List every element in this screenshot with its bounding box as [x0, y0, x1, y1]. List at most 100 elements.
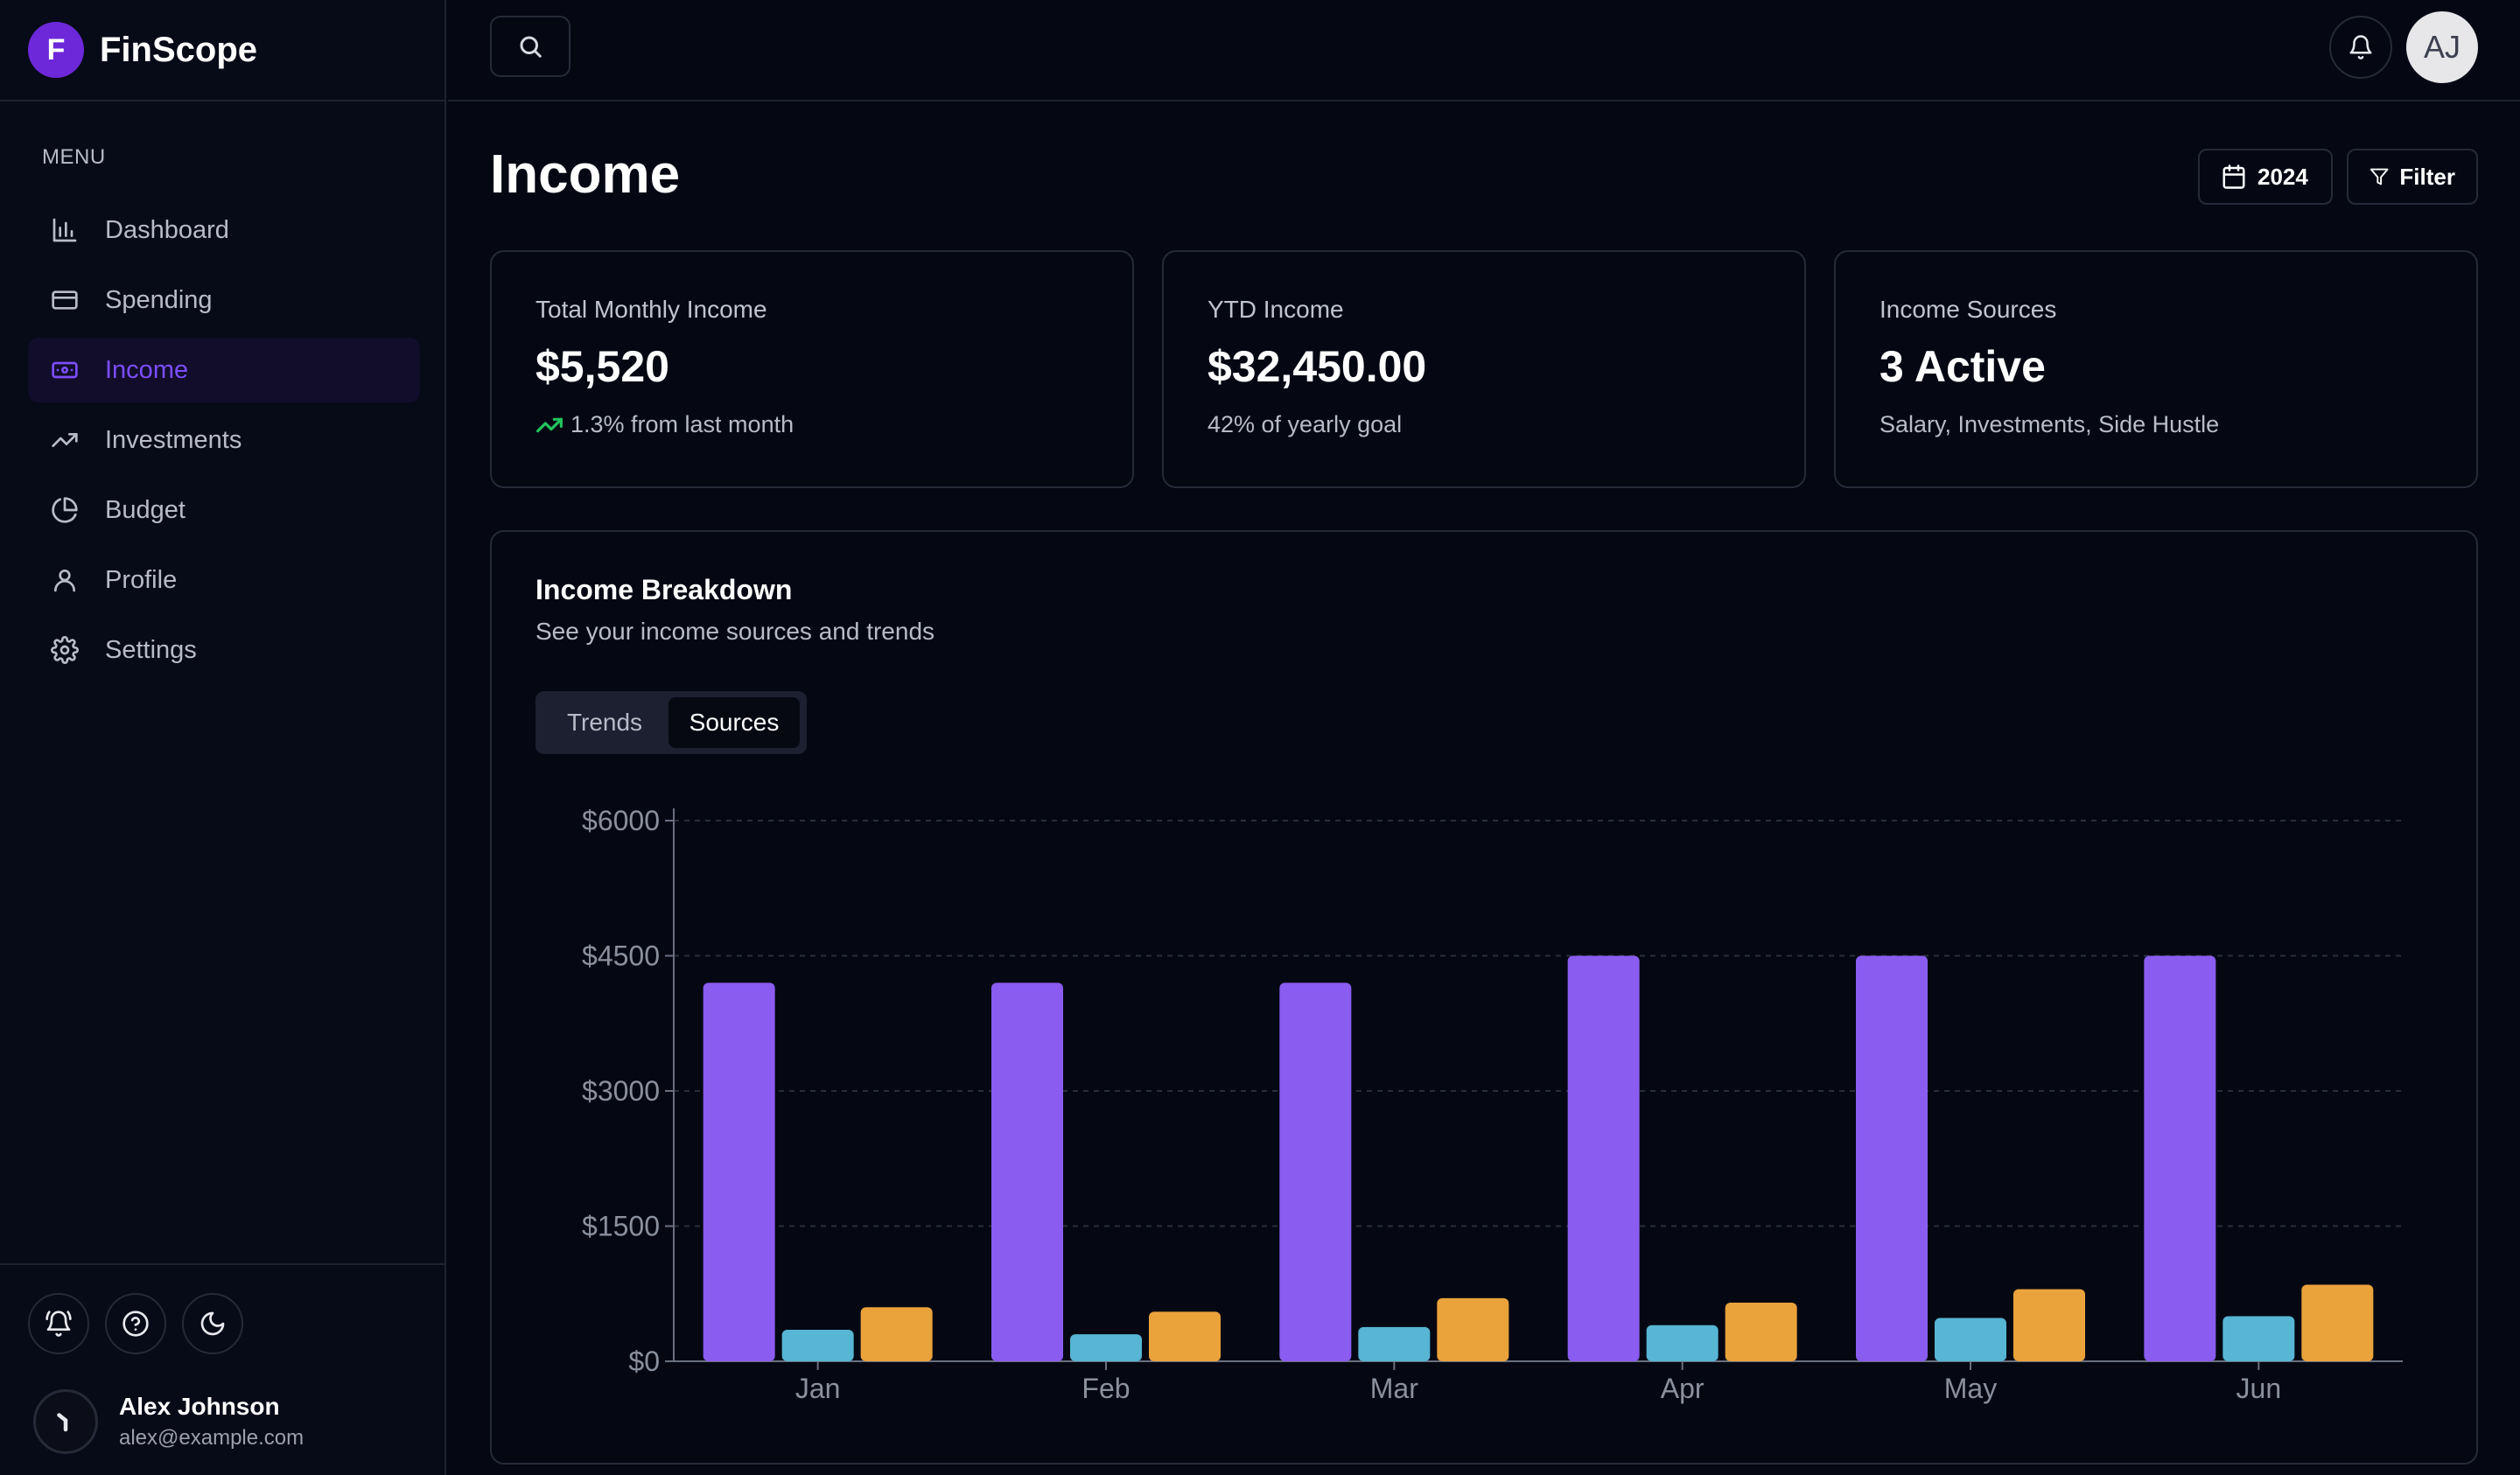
- chart-title: Income Breakdown: [536, 574, 793, 605]
- income-breakdown-card: Income Breakdown See your income sources…: [490, 530, 2478, 1465]
- bar: [991, 982, 1063, 1361]
- bell-ring-icon[interactable]: [28, 1293, 89, 1354]
- stat-label: Total Monthly Income: [536, 296, 767, 323]
- bell-icon: [2349, 35, 2372, 59]
- x-tick-label: Feb: [1082, 1373, 1130, 1404]
- stat-sub: 1.3% from last month: [536, 411, 1090, 438]
- income-bar-chart: $0 $1500 $3000 $4500 $6000 Jan Feb Mar Apr May Jun: [582, 805, 2403, 1404]
- sidebar-item-label: Budget: [105, 495, 186, 524]
- sidebar-item-label: Spending: [105, 285, 213, 314]
- tab-sources[interactable]: Sources: [668, 697, 800, 748]
- stat-sub-text: 1.3% from last month: [570, 411, 794, 437]
- bar: [1070, 1334, 1142, 1361]
- gear-icon: [49, 634, 80, 666]
- trending-up-icon: [536, 417, 563, 432]
- page-title: Income: [490, 144, 681, 205]
- credit-card-icon: [49, 284, 80, 316]
- bar: [1358, 1326, 1431, 1361]
- brand-logo[interactable]: F: [28, 22, 84, 78]
- avatar[interactable]: AJ: [2406, 11, 2478, 83]
- brand: F FinScope: [0, 0, 444, 101]
- filter-button[interactable]: Filter: [2347, 149, 2478, 205]
- banknote-icon: [49, 354, 80, 386]
- bar: [1149, 1311, 1221, 1361]
- stat-card-ytd-income: YTD Income $32,450.00 42% of yearly goal: [1162, 250, 1806, 488]
- bar: [2144, 955, 2216, 1361]
- bar: [2301, 1284, 2374, 1361]
- bar: [703, 982, 775, 1361]
- sidebar-footer: Alex Johnson alex@example.com: [0, 1263, 444, 1475]
- year-label: 2024: [2258, 163, 2308, 190]
- y-tick-label: $1500: [582, 1211, 660, 1242]
- stat-value: $5,520: [536, 342, 669, 391]
- chart-subtitle: See your income sources and trends: [536, 618, 935, 645]
- bar: [2222, 1316, 2295, 1361]
- y-tick-label: $0: [628, 1346, 660, 1377]
- filter-icon: [2370, 168, 2389, 185]
- sidebar-item-settings[interactable]: Settings: [28, 618, 420, 682]
- trending-up-icon: [49, 424, 80, 456]
- sidebar-item-label: Profile: [105, 565, 178, 594]
- topbar: AJ: [448, 0, 2520, 101]
- bar: [1567, 955, 1640, 1361]
- stat-value: 3 Active: [1880, 342, 2046, 391]
- bar: [860, 1307, 933, 1361]
- bar: [1856, 955, 1928, 1361]
- stat-card-income-sources: Income Sources 3 Active Salary, Investme…: [1834, 250, 2478, 488]
- x-tick-label: Mar: [1370, 1373, 1418, 1404]
- moon-icon[interactable]: [182, 1293, 243, 1354]
- sidebar-item-label: Settings: [105, 635, 197, 664]
- x-tick-label: Jan: [795, 1373, 841, 1404]
- stat-sub: Salary, Investments, Side Hustle: [1880, 411, 2434, 438]
- sidebar-item-spending[interactable]: Spending: [28, 268, 420, 332]
- bar: [1437, 1297, 1509, 1361]
- y-tick-label: $3000: [582, 1075, 660, 1107]
- user-profile[interactable]: Alex Johnson alex@example.com: [33, 1389, 304, 1454]
- stat-label: Income Sources: [1880, 296, 2057, 323]
- x-tick-label: Jun: [2236, 1373, 2282, 1404]
- sidebar-item-budget[interactable]: Budget: [28, 478, 420, 542]
- stat-sub-text: Salary, Investments, Side Hustle: [1880, 411, 2220, 437]
- user-info: Alex Johnson alex@example.com: [119, 1393, 304, 1451]
- sidebar-item-label: Income: [105, 355, 189, 384]
- sidebar: F FinScope MENU Dashboard Spending Incom…: [0, 0, 446, 1475]
- x-tick-label: May: [1944, 1373, 1997, 1404]
- stat-card-monthly-income: Total Monthly Income $5,520 1.3% from la…: [490, 250, 1134, 488]
- stat-sub: 42% of yearly goal: [1208, 411, 1762, 438]
- sidebar-item-label: Dashboard: [105, 215, 229, 244]
- stat-label: YTD Income: [1208, 296, 1344, 323]
- chart-tabs: Trends Sources: [536, 691, 807, 754]
- y-tick-label: $4500: [582, 940, 660, 972]
- user-email: alex@example.com: [119, 1426, 304, 1450]
- footer-actions: [28, 1293, 243, 1354]
- bar: [1646, 1325, 1718, 1361]
- bar: [2013, 1289, 2085, 1361]
- sidebar-item-income[interactable]: Income: [28, 338, 420, 402]
- avatar[interactable]: [33, 1389, 98, 1454]
- pie-chart-icon: [49, 494, 80, 526]
- year-button[interactable]: 2024: [2198, 149, 2333, 205]
- stat-sub-text: 42% of yearly goal: [1208, 411, 1403, 437]
- calendar-icon: [2222, 164, 2245, 189]
- bar: [1935, 1318, 2006, 1361]
- brand-name[interactable]: FinScope: [100, 31, 257, 70]
- x-tick-label: Apr: [1661, 1373, 1704, 1404]
- sidebar-item-profile[interactable]: Profile: [28, 548, 420, 612]
- notifications-button[interactable]: [2329, 16, 2392, 79]
- sidebar-item-investments[interactable]: Investments: [28, 408, 420, 472]
- filter-label: Filter: [2399, 163, 2455, 190]
- sidebar-nav: Dashboard Spending Income Investments Bu…: [28, 198, 420, 688]
- bar: [1279, 982, 1352, 1361]
- bar: [781, 1329, 854, 1361]
- stat-value: $32,450.00: [1208, 342, 1427, 391]
- y-tick-label: $6000: [582, 805, 660, 836]
- tab-trends[interactable]: Trends: [541, 697, 668, 748]
- sidebar-item-dashboard[interactable]: Dashboard: [28, 198, 420, 262]
- user-name: Alex Johnson: [119, 1393, 280, 1420]
- user-icon: [49, 564, 80, 596]
- bar-chart-icon: [49, 214, 80, 246]
- help-circle-icon[interactable]: [105, 1293, 166, 1354]
- sidebar-item-label: Investments: [105, 425, 242, 454]
- bar: [1725, 1303, 1797, 1361]
- search-button[interactable]: [490, 16, 570, 77]
